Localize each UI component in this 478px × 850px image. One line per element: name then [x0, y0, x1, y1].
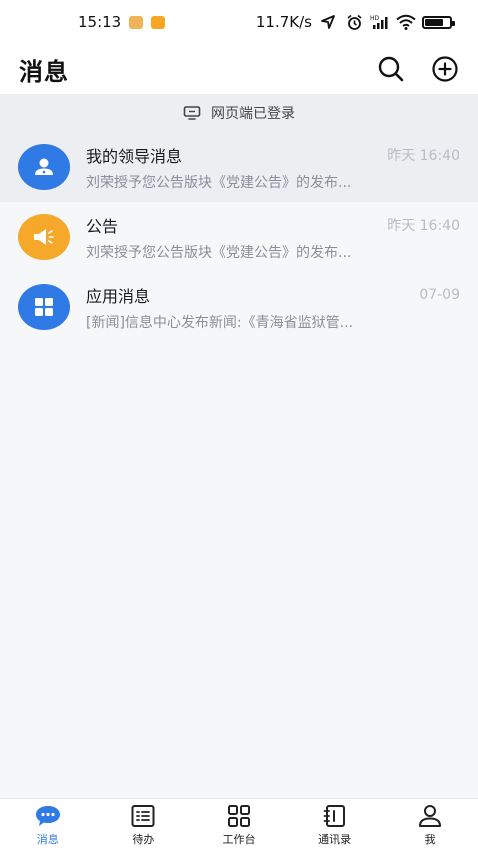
search-button[interactable]: [376, 54, 406, 84]
nav-label: 待办: [132, 832, 155, 846]
status-left: 15:13: [78, 13, 166, 31]
chat-bubble-icon: [35, 805, 60, 826]
hd-signal-icon: HD: [370, 14, 390, 30]
bottom-nav: 消息 待办 工作台 通讯录 我: [0, 798, 478, 850]
message-list: 我的领导消息 昨天 16:40 刘荣授予您公告版块《党建公告》的发布... 公告…: [0, 132, 478, 342]
nav-label: 通讯录: [318, 832, 352, 846]
message-top: 公告 昨天 16:40: [86, 213, 460, 237]
nav-me[interactable]: 我: [390, 803, 470, 847]
nav-contacts[interactable]: 通讯录: [295, 803, 375, 847]
wifi-icon: [396, 14, 416, 30]
message-top: 我的领导消息 昨天 16:40: [86, 143, 460, 167]
nav-messages[interactable]: 消息: [8, 803, 88, 847]
user-icon: [35, 158, 53, 175]
app-message-avatar: [18, 284, 70, 330]
add-button[interactable]: [430, 54, 460, 84]
apps-grid-icon: [35, 298, 53, 316]
grid-icon: [227, 804, 250, 827]
header-actions: [376, 54, 460, 84]
monitor-icon: [183, 106, 201, 120]
message-title: 我的领导消息: [86, 146, 183, 166]
nav-label: 工作台: [222, 832, 256, 846]
app-header: 消息: [0, 44, 478, 94]
megaphone-icon: [34, 229, 54, 245]
message-body: 公告 昨天 16:40 刘荣授予您公告版块《党建公告》的发布...: [86, 213, 460, 262]
status-right: 11.7K/s HD: [255, 13, 455, 31]
message-body: 应用消息 07-09 [新闻]信息中心发布新闻:《青海省监狱管...: [86, 283, 460, 332]
message-time: 07-09: [419, 286, 460, 303]
profile-icon: [419, 804, 442, 827]
contacts-book-icon: [323, 804, 345, 827]
nav-label: 消息: [36, 832, 59, 846]
add-circle-icon: [432, 56, 458, 82]
alarm-icon: [344, 14, 364, 30]
battery-icon: [422, 15, 455, 29]
message-item-leader[interactable]: 我的领导消息 昨天 16:40 刘荣授予您公告版块《党建公告》的发布...: [0, 132, 478, 202]
page-title: 消息: [19, 57, 69, 86]
message-top: 应用消息 07-09: [86, 283, 460, 307]
app-notification-icon: [129, 15, 144, 29]
announcement-avatar: [18, 214, 70, 260]
svg-text:HD: HD: [370, 15, 380, 22]
message-time: 昨天 16:40: [387, 147, 460, 164]
status-time: 15:13: [78, 13, 122, 31]
leader-avatar: [18, 144, 70, 190]
web-login-banner[interactable]: 网页端已登录: [0, 94, 478, 132]
message-preview: 刘荣授予您公告版块《党建公告》的发布...: [86, 244, 352, 261]
message-notification-icon: [151, 15, 166, 29]
network-speed: 11.7K/s: [255, 13, 312, 31]
message-item-app[interactable]: 应用消息 07-09 [新闻]信息中心发布新闻:《青海省监狱管...: [0, 272, 478, 342]
nav-todo[interactable]: 待办: [103, 803, 183, 847]
message-title: 公告: [86, 216, 119, 236]
nav-label: 我: [424, 832, 436, 846]
message-body: 我的领导消息 昨天 16:40 刘荣授予您公告版块《党建公告》的发布...: [86, 143, 460, 192]
web-login-text: 网页端已登录: [211, 106, 295, 122]
message-time: 昨天 16:40: [387, 217, 460, 234]
message-preview: 刘荣授予您公告版块《党建公告》的发布...: [86, 174, 352, 191]
message-title: 应用消息: [86, 286, 151, 306]
location-icon: [318, 14, 338, 30]
status-bar: 15:13 11.7K/s HD: [0, 0, 478, 44]
message-preview: [新闻]信息中心发布新闻:《青海省监狱管...: [86, 314, 353, 331]
nav-workbench[interactable]: 工作台: [199, 803, 279, 847]
list-icon: [131, 804, 155, 827]
search-icon: [378, 56, 404, 82]
message-item-announcement[interactable]: 公告 昨天 16:40 刘荣授予您公告版块《党建公告》的发布...: [0, 202, 478, 272]
